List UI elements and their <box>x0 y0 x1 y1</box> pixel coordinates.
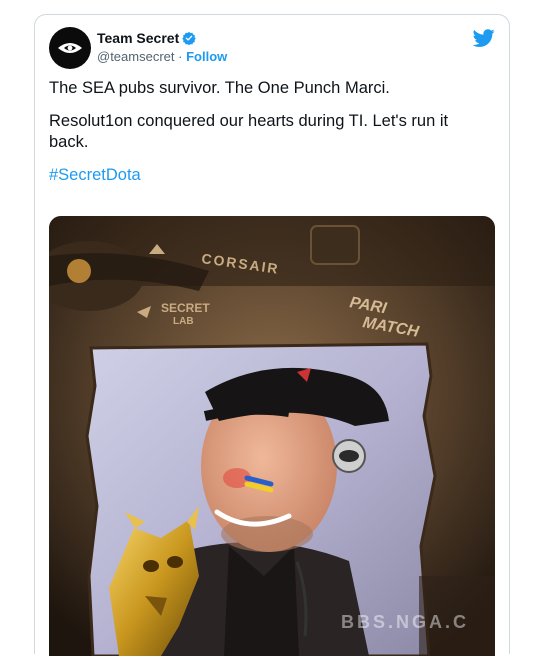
author-name-row: Team Secret <box>97 30 196 46</box>
tweet-text: The SEA pubs survivor. The One Punch Mar… <box>49 78 489 198</box>
sponsor-secretlab-1: SECRET <box>161 301 210 315</box>
author-handle-row: @teamsecret · Follow <box>97 49 227 64</box>
separator: · <box>178 49 183 64</box>
avatar[interactable] <box>49 27 91 69</box>
tweet-media-image[interactable]: CORSAIR SECRET LAB PARI MATCH BBS.NGA.C <box>49 216 495 656</box>
media-illustration: CORSAIR SECRET LAB PARI MATCH BBS.NGA.C <box>49 216 495 656</box>
hashtag-link[interactable]: #SecretDota <box>49 166 141 184</box>
handle[interactable]: @teamsecret <box>97 49 175 64</box>
tweet-card: Team Secret @teamsecret · Follow The SEA… <box>34 14 510 656</box>
follow-link[interactable]: Follow <box>186 49 227 64</box>
display-name[interactable]: Team Secret <box>97 30 179 46</box>
team-secret-logo-icon <box>58 43 82 53</box>
sponsor-secretlab-2: LAB <box>173 316 194 327</box>
tweet-line-1: The SEA pubs survivor. The One Punch Mar… <box>49 79 390 97</box>
verified-badge-icon <box>182 31 196 45</box>
watermark: BBS.NGA.C <box>341 612 469 632</box>
twitter-bird-icon[interactable] <box>473 27 495 49</box>
tweet-line-2: Resolut1on conquered our hearts during T… <box>49 112 449 151</box>
